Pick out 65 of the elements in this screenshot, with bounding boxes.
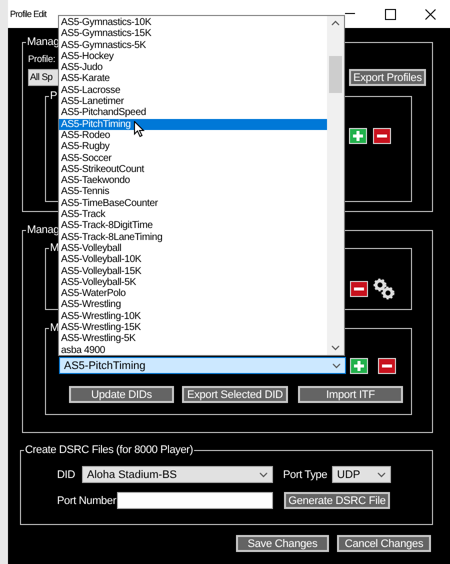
scroll-up-icon[interactable] [331,20,340,26]
pointer-icon [134,121,145,138]
list-item[interactable]: AS5-Gymnastics-15K [59,28,327,40]
list-item[interactable]: AS5-Taekwondo [59,175,327,186]
update-dids-button[interactable]: Update DIDs [69,386,174,403]
chevron-down-icon [259,472,268,478]
list-item[interactable]: AS5-WaterPolo [59,288,327,300]
list-item[interactable]: AS5-Lanetimer [59,96,327,108]
port-number-field[interactable] [117,492,273,509]
chevron-down-icon [332,362,341,368]
list-item[interactable]: AS5-Track [59,209,327,220]
gears-icon[interactable] [373,278,395,300]
did-label: DID [57,468,76,480]
list-item[interactable]: AS5-Volleyball-15K [59,266,327,277]
list-item[interactable]: AS5-PitchandSpeed [59,107,327,119]
port-type-dropdown[interactable]: UDP [332,466,391,483]
list-item[interactable]: AS5-Rodeo [59,130,327,142]
export-selected-did-button[interactable]: Export Selected DID [182,386,288,403]
save-changes-button[interactable]: Save Changes [236,535,329,552]
minimize-icon[interactable] [345,13,355,15]
list-item[interactable]: AS5-PitchTiming [59,118,327,130]
profile-dropdown[interactable]: All Sp [28,69,59,86]
did-dropdown[interactable]: AS5-PitchTiming [59,357,346,374]
chevron-down-icon [377,472,386,478]
list-item[interactable]: asba 4900 [59,344,327,356]
list-item[interactable]: AS5-Volleyball-5K [59,276,327,288]
list-item[interactable]: AS5-Wrestling-15K [59,322,327,334]
export-profiles-button[interactable]: Export Profiles [349,69,426,86]
maximize-icon[interactable] [384,8,396,20]
list-item[interactable]: AS5-Wrestling [59,299,327,311]
did-dropdown[interactable]: Aloha Stadium-BS [82,466,273,483]
cancel-changes-button[interactable]: Cancel Changes [337,535,431,552]
profile-label: Profile: [28,54,56,65]
list-item[interactable]: AS5-Wrestling-10K [59,310,327,322]
import-itf-button[interactable]: Import ITF [298,386,403,403]
scroll-down-icon[interactable] [331,345,340,351]
list-item[interactable]: AS5-Rugby [59,141,327,153]
list-item[interactable]: AS5-Tennis [59,186,327,198]
list-item[interactable]: AS5-Hockey [59,50,327,62]
scrollbar[interactable] [327,16,344,355]
list-item[interactable]: AS5-Wrestling-5K [59,333,327,345]
list-item[interactable]: AS5-Karate [59,73,327,85]
list-item[interactable]: AS5-Soccer [59,152,327,164]
list-item[interactable]: AS5-Volleyball [59,242,327,254]
group-title: Create DSRC Files (for 8000 Player) [24,444,194,456]
list-item[interactable]: AS5-Lacrosse [59,84,327,96]
generate-dsrc-button[interactable]: Generate DSRC File [284,492,390,509]
close-icon[interactable] [424,8,436,20]
add-icon[interactable] [350,358,368,374]
group-title: Manag [26,36,60,48]
list-item[interactable]: AS5-Track-8DigitTime [59,220,327,232]
list-item[interactable]: AS5-Track-8LaneTiming [59,232,327,243]
list-item[interactable]: AS5-Volleyball-10K [59,254,327,266]
list-item[interactable]: AS5-StrikeoutCount [59,164,327,176]
remove-icon[interactable] [378,358,396,374]
group-title: Manag [26,224,60,236]
port-number-label: Port Number [57,494,117,506]
list-item[interactable]: AS5-Gymnastics-5K [59,40,327,51]
scroll-thumb[interactable] [329,56,342,93]
group-title: P [49,90,58,102]
list-item[interactable]: AS5-Gymnastics-10K [59,17,327,28]
list-item[interactable]: AS5-Judo [59,62,327,74]
window-title: Profile Edit [9,9,48,19]
list-item[interactable]: AS5-TimeBaseCounter [59,198,327,210]
port-type-label: Port Type [283,468,328,480]
